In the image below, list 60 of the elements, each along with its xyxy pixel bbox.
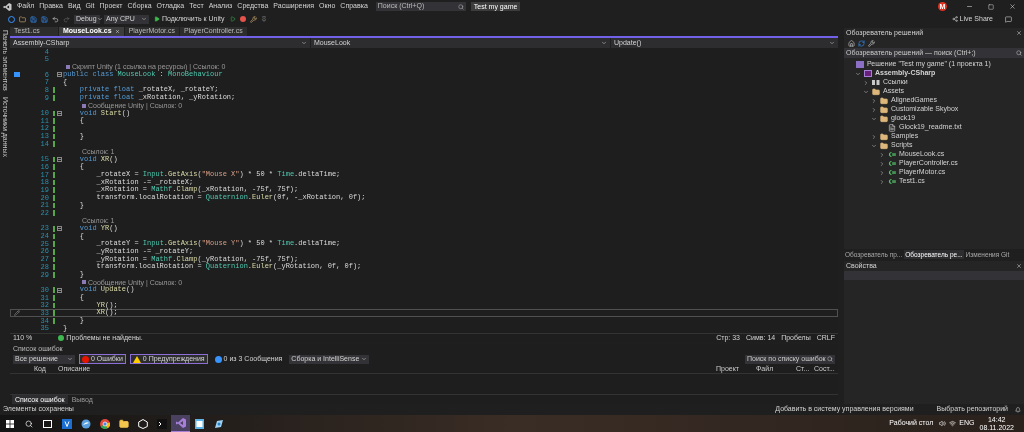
file-icon — [888, 123, 896, 132]
network-icon[interactable] — [949, 420, 957, 427]
undo-icon[interactable] — [52, 15, 59, 23]
feedback-icon[interactable] — [1005, 15, 1012, 23]
share-icon — [951, 16, 958, 22]
visual-studio-logo-icon — [3, 2, 12, 11]
collapse-icon[interactable] — [56, 72, 62, 78]
caret-icon — [141, 16, 147, 22]
search-icon — [827, 356, 833, 362]
pen-icon — [14, 310, 20, 317]
csharp-file-icon — [888, 151, 896, 158]
caret-icon — [601, 40, 607, 46]
save-all-icon[interactable] — [41, 15, 48, 23]
windows-icon[interactable] — [5, 419, 14, 428]
visual-studio-icon[interactable] — [175, 418, 186, 428]
collapse-icon[interactable] — [56, 287, 62, 293]
tools-icon[interactable] — [249, 15, 257, 23]
references-icon — [872, 79, 880, 86]
caret-icon — [301, 40, 307, 46]
maximize-icon[interactable] — [988, 3, 994, 10]
open-folder-icon[interactable] — [19, 15, 26, 23]
bird-icon[interactable] — [80, 418, 91, 429]
caret-icon — [67, 356, 73, 362]
search-icon — [457, 3, 464, 10]
close-icon[interactable] — [1016, 263, 1022, 269]
collapse-icon[interactable] — [56, 226, 62, 232]
paint-icon[interactable] — [213, 418, 224, 429]
csharp-file-icon — [888, 169, 896, 176]
terminal-icon[interactable] — [156, 418, 167, 429]
csharp-file-icon — [888, 160, 896, 167]
collapse-icon[interactable] — [56, 156, 62, 162]
caret-icon — [829, 40, 835, 46]
error-icon — [82, 355, 89, 363]
close-icon[interactable] — [1016, 30, 1022, 36]
refresh-icon[interactable] — [858, 39, 865, 47]
close-icon[interactable] — [1009, 3, 1016, 10]
play-icon — [154, 16, 160, 22]
cube-icon[interactable] — [137, 418, 148, 429]
notification-icon[interactable] — [1015, 406, 1021, 413]
run-icon[interactable] — [229, 16, 236, 22]
caret-icon — [96, 16, 103, 22]
collapse-icon[interactable] — [56, 110, 62, 116]
task-view-icon[interactable] — [43, 419, 52, 428]
notepad-icon[interactable] — [195, 418, 204, 429]
check-icon — [58, 335, 65, 341]
chrome-icon[interactable] — [99, 418, 110, 429]
home-icon[interactable] — [848, 39, 855, 47]
search-icon — [1016, 50, 1022, 56]
project-icon — [864, 70, 872, 77]
wrench-icon[interactable] — [868, 39, 875, 47]
save-icon[interactable] — [30, 15, 37, 23]
info-icon — [214, 355, 222, 363]
volume-icon[interactable] — [939, 420, 947, 427]
warning-icon — [132, 355, 141, 363]
csharp-file-icon — [888, 178, 896, 185]
minimize-icon[interactable] — [966, 3, 973, 10]
app-tile-icon[interactable] — [61, 418, 72, 429]
folder-icon[interactable] — [118, 418, 129, 429]
caret-icon — [361, 356, 368, 362]
search-icon[interactable] — [24, 419, 33, 428]
